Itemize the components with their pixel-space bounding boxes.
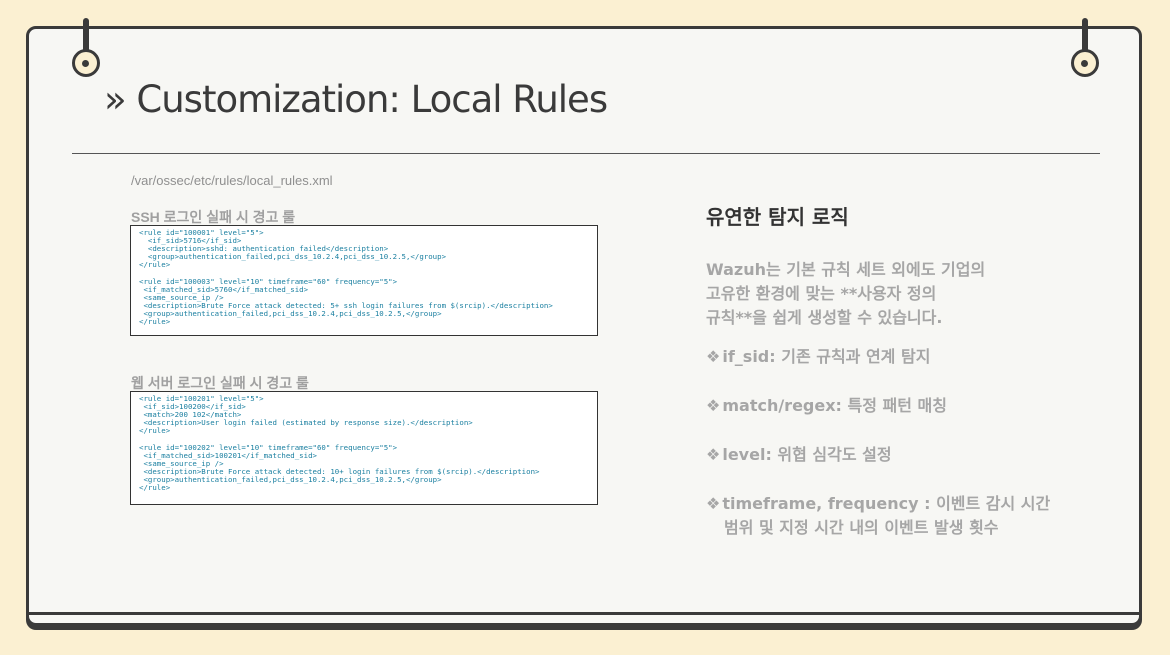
bullet-level: ❖ level: 위협 심각도 설정 xyxy=(706,443,892,467)
bullet-text-continued: 범위 및 지정 시간 내의 이벤트 발생 횟수 xyxy=(724,518,999,537)
bullet-match-regex: ❖ match/regex: 특정 패턴 매칭 xyxy=(706,394,947,418)
pin-dot-left-icon xyxy=(82,60,89,67)
code-line: <group>authentication_failed,pci_dss_10.… xyxy=(143,308,442,318)
intro-line: 규칙**을 쉽게 생성할 수 있습니다. xyxy=(706,308,943,327)
bullet-if-sid: ❖ if_sid: 기존 규칙과 연계 탐지 xyxy=(706,345,930,369)
code-line: <description>User login failed (estimate… xyxy=(143,418,473,428)
code-line: </rule> xyxy=(139,317,171,327)
ssh-rule-caption: SSH 로그인 실패 시 경고 룰 xyxy=(131,209,296,225)
board-bottom-edge xyxy=(26,612,1142,615)
bullet-timeframe: ❖ timeframe, frequency : 이벤트 감시 시간 범위 및 지… xyxy=(706,492,1050,540)
code-line: </rule> xyxy=(139,260,171,270)
web-rule-code: <rule id="100201" level="5"> <if_sid>100… xyxy=(130,391,598,505)
intro-line: 고유한 환경에 맞는 **사용자 정의 xyxy=(706,284,937,303)
code-line: </rule> xyxy=(139,426,171,436)
diamond-bullet-icon: ❖ xyxy=(706,445,721,464)
bullet-text: timeframe, frequency : 이벤트 감시 시간 xyxy=(722,494,1051,513)
file-path: /var/ossec/etc/rules/local_rules.xml xyxy=(131,173,333,188)
intro-line: Wazuh는 기본 규칙 세트 외에도 기업의 xyxy=(706,260,986,279)
bullet-text: if_sid: 기존 규칙과 연계 탐지 xyxy=(722,347,931,366)
intro-text: Wazuh는 기본 규칙 세트 외에도 기업의 고유한 환경에 맞는 **사용자… xyxy=(706,258,985,330)
slide-title: » Customization: Local Rules xyxy=(104,78,608,121)
code-line: <group>authentication_failed,pci_dss_10.… xyxy=(143,474,442,484)
right-heading: 유연한 탐지 로직 xyxy=(706,205,849,229)
ssh-rule-code: <rule id="100001" level="5"> <if_sid>571… xyxy=(130,225,598,336)
diamond-bullet-icon: ❖ xyxy=(706,494,721,513)
bullet-text: level: 위협 심각도 설정 xyxy=(722,445,892,464)
title-divider xyxy=(72,153,1100,154)
diamond-bullet-icon: ❖ xyxy=(706,396,721,415)
web-rule-caption: 웹 서버 로그인 실패 시 경고 룰 xyxy=(131,375,309,391)
code-line: <group>authentication_failed,pci_dss_10.… xyxy=(147,252,447,262)
pin-dot-right-icon xyxy=(1081,60,1088,67)
bullet-text: match/regex: 특정 패턴 매칭 xyxy=(722,396,947,415)
code-line: </rule> xyxy=(139,483,171,493)
diamond-bullet-icon: ❖ xyxy=(706,347,721,366)
